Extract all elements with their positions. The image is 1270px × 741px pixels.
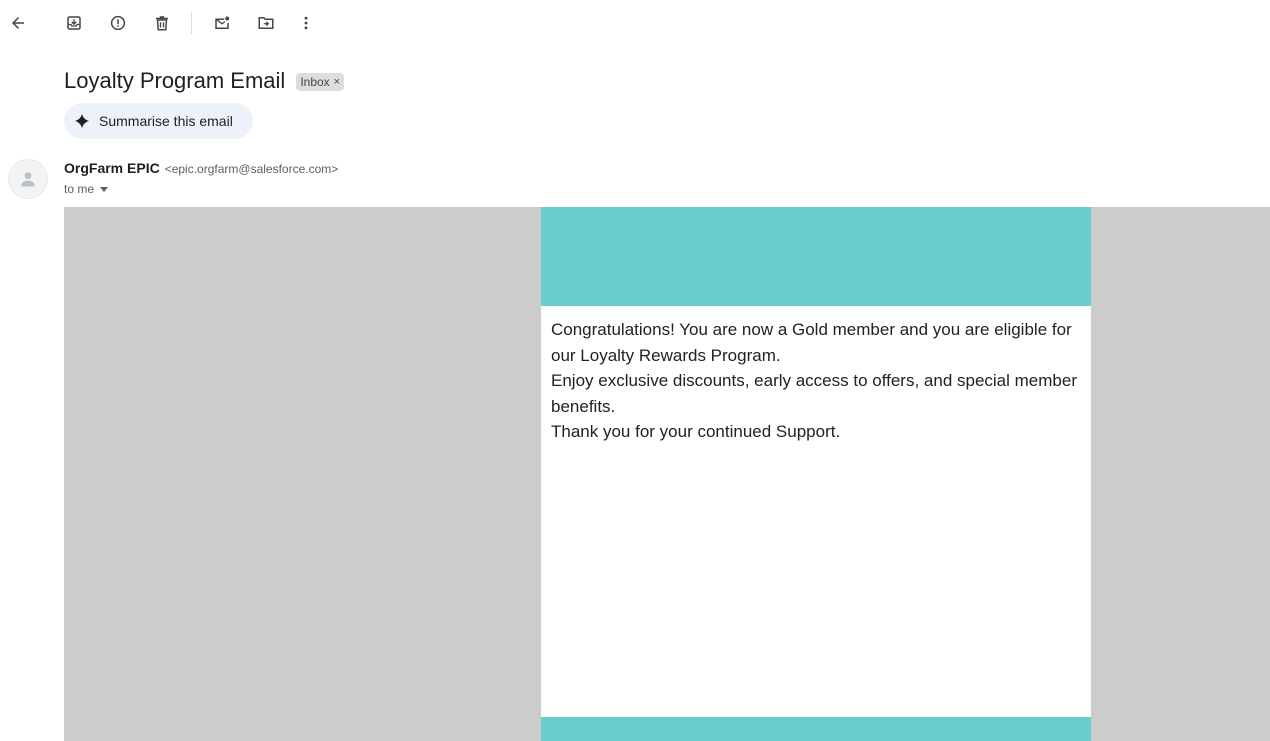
label-text: Inbox [300, 75, 330, 89]
subject-row: Loyalty Program Email Inbox × [64, 66, 345, 96]
email-header-banner [541, 207, 1091, 306]
email-footer-banner [541, 717, 1091, 741]
email-toolbar [0, 0, 1270, 46]
move-to-icon[interactable] [254, 11, 278, 35]
sender-email: <epic.orgfarm@salesforce.com> [164, 162, 339, 176]
back-arrow-icon[interactable] [6, 11, 30, 35]
email-content-card: Congratulations! You are now a Gold memb… [541, 207, 1091, 741]
sender-avatar[interactable] [8, 159, 48, 199]
report-spam-icon[interactable] [106, 11, 130, 35]
inbox-label-chip[interactable]: Inbox × [296, 73, 345, 91]
email-subject: Loyalty Program Email [64, 68, 286, 93]
summarise-label: Summarise this email [99, 113, 233, 129]
delete-icon[interactable] [150, 11, 174, 35]
archive-icon[interactable] [62, 11, 86, 35]
remove-label-icon[interactable]: × [334, 76, 340, 88]
person-icon [21, 172, 35, 187]
body-line-congrats: Congratulations! You are now a Gold memb… [551, 320, 1072, 365]
more-vert-icon[interactable] [294, 11, 318, 35]
sender-row: OrgFarm EPIC <epic.orgfarm@salesforce.co… [64, 160, 338, 178]
chevron-down-icon [100, 186, 109, 192]
email-body-text: Congratulations! You are now a Gold memb… [551, 317, 1081, 445]
body-line-thanks: Thank you for your continued Support. [551, 422, 841, 441]
summarise-button[interactable]: Summarise this email [64, 103, 253, 139]
sender-name[interactable]: OrgFarm EPIC [64, 160, 160, 176]
recipient-label: to me [64, 182, 95, 196]
toolbar-divider [191, 12, 192, 34]
body-line-benefits: Enjoy exclusive discounts, early access … [551, 371, 1077, 416]
sparkle-icon [74, 113, 90, 129]
recipient-details-toggle[interactable]: to me [64, 182, 109, 196]
mark-unread-icon[interactable] [210, 11, 234, 35]
